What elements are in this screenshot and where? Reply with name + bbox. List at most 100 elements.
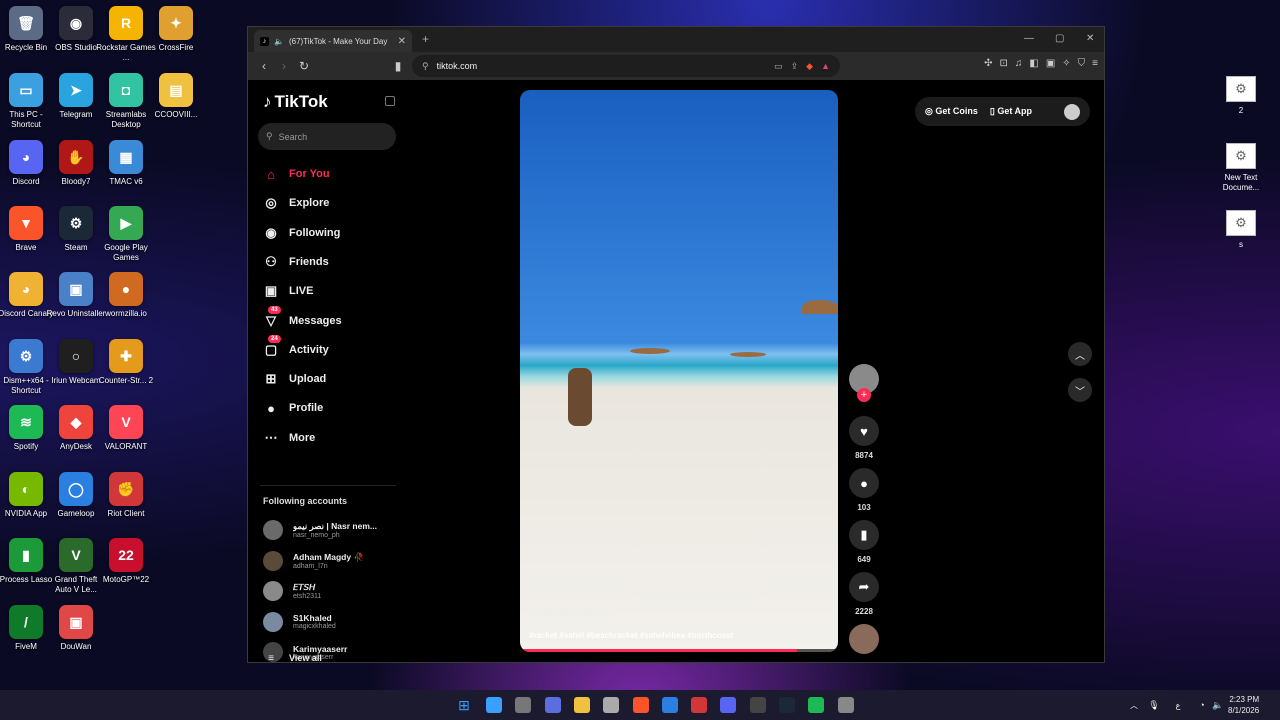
share-action[interactable]: ➦ 2228 bbox=[848, 572, 880, 616]
taskbar-app-icon[interactable] bbox=[544, 697, 561, 713]
share-icon[interactable]: ⇪ bbox=[791, 61, 799, 72]
desktop-icon[interactable]: ➤ Telegram bbox=[50, 73, 102, 120]
desktop-icon[interactable]: ≋ Spotify bbox=[0, 405, 52, 452]
brave-shields-icon[interactable]: ◆ bbox=[806, 61, 813, 72]
back-button[interactable]: ‹ bbox=[254, 59, 274, 73]
nav-item-messages[interactable]: ▽ 43 Messages bbox=[262, 305, 342, 330]
desktop-icon[interactable]: ▣ DouWan bbox=[50, 605, 102, 652]
desktop-icon[interactable]: ⚙ Dism++x64 - Shortcut bbox=[0, 339, 52, 396]
desktop-file-icon[interactable]: ⚙ New Text Docume... bbox=[1213, 143, 1269, 193]
clock[interactable]: 2:23 PM 8/1/2026 bbox=[1228, 694, 1259, 716]
desktop-icon[interactable]: ◕ Discord Canary bbox=[0, 272, 54, 319]
nav-item-friends[interactable]: ⚇ Friends bbox=[262, 253, 329, 271]
desktop-icon[interactable]: ○ Iriun Webcam bbox=[50, 339, 102, 386]
view-all-link[interactable]: ≡ View all bbox=[262, 649, 322, 667]
avatar[interactable] bbox=[263, 550, 283, 571]
next-video-button[interactable]: ﹀ bbox=[1068, 378, 1092, 402]
desktop-icon[interactable]: ✚ Counter-Str... 2 bbox=[99, 339, 153, 386]
taskbar-app-icon[interactable] bbox=[632, 697, 649, 713]
comment-action[interactable]: ● 103 bbox=[848, 468, 880, 512]
desktop-file-icon[interactable]: ⚙ 2 bbox=[1213, 76, 1269, 116]
nav-item-following[interactable]: ◉ Following bbox=[262, 224, 340, 242]
desktop-icon[interactable]: ● wormzilla.io bbox=[100, 272, 152, 319]
close-window-button[interactable]: ✕ bbox=[1086, 33, 1094, 44]
taskbar-app-icon[interactable] bbox=[779, 697, 795, 713]
desktop-icon[interactable]: / FiveM bbox=[0, 605, 52, 652]
rewards-icon[interactable]: ▲ bbox=[821, 61, 830, 71]
previous-video-button[interactable]: ︿ bbox=[1068, 342, 1092, 366]
desktop-icon[interactable]: ◐ NVIDIA App bbox=[0, 472, 52, 519]
desktop-icon[interactable]: ✦ CrossFire bbox=[150, 6, 202, 53]
start-windows-icon[interactable]: ⊞ bbox=[456, 697, 472, 713]
desktop-icon[interactable]: ◯ Gameloop bbox=[50, 472, 102, 519]
desktop-icon[interactable]: ◘ Streamlabs Desktop bbox=[100, 73, 152, 130]
save-action[interactable]: ▮ 649 bbox=[848, 520, 880, 564]
desktop-icon[interactable]: ◕ Discord bbox=[0, 140, 52, 187]
taskbar-app-icon[interactable] bbox=[486, 697, 502, 713]
nav-item-more[interactable]: ⋯ More bbox=[262, 429, 316, 447]
nav-item-explore[interactable]: ◎ Explore bbox=[262, 194, 329, 212]
avatar[interactable] bbox=[263, 581, 283, 601]
taskbar-app-icon[interactable] bbox=[720, 697, 737, 713]
site-info-icon[interactable]: ⚲ bbox=[422, 61, 429, 72]
desktop-icon[interactable]: ✊ Riot Client bbox=[100, 472, 152, 519]
get-coins-button[interactable]: ◎ Get Coins bbox=[925, 106, 978, 117]
bookmark-icon[interactable]: ▮ bbox=[849, 520, 879, 550]
sidebar-icon[interactable]: ◧ bbox=[1029, 58, 1038, 69]
volume-icon[interactable]: 🔈 bbox=[1210, 697, 1226, 713]
comment-icon[interactable]: ● bbox=[849, 468, 879, 498]
tiktok-logo[interactable]: ♪ TikTok bbox=[263, 92, 328, 112]
account-item[interactable]: نصر نيمو | Nasr nem... nasr_nemo_ph bbox=[263, 520, 403, 540]
music-icon[interactable]: ♫ bbox=[1015, 58, 1023, 69]
desktop-icon[interactable]: ▤ CCOOVIII... bbox=[150, 73, 202, 120]
desktop-icon[interactable]: ▮ Process Lasso bbox=[0, 538, 52, 585]
taskbar-app-icon[interactable] bbox=[573, 697, 590, 713]
nav-item-activity[interactable]: ▢ 24 Activity bbox=[262, 334, 329, 359]
leo-icon[interactable]: ✧ bbox=[1062, 58, 1070, 69]
chevron-up-icon[interactable]: ︿ bbox=[1126, 697, 1142, 713]
desktop-icon[interactable]: R Rockstar Games ... bbox=[96, 6, 156, 63]
get-app-button[interactable]: ▯ Get App bbox=[990, 106, 1032, 117]
wifi-icon[interactable]: ◔ bbox=[1194, 697, 1210, 713]
video-author[interactable]: Ibrahim Abo-Ali bbox=[529, 607, 610, 619]
desktop-icon[interactable]: 22 MotoGP™22 bbox=[100, 538, 152, 585]
creator-avatar[interactable]: + bbox=[848, 364, 880, 402]
extensions-icon[interactable]: ✣ bbox=[984, 58, 992, 69]
bookmark-icon[interactable]: ▮ bbox=[388, 59, 408, 73]
taskbar-app-icon[interactable] bbox=[808, 697, 825, 713]
sound-disc[interactable] bbox=[848, 624, 880, 654]
desktop-icon[interactable]: ✋ Bloody7 bbox=[50, 140, 102, 187]
like-action[interactable]: ♥ 8874 bbox=[848, 416, 880, 460]
desktop-icon[interactable]: ⚙ Steam bbox=[50, 206, 102, 253]
account-item[interactable]: S1Khaled magicxkhaled bbox=[263, 611, 403, 632]
maximize-button[interactable]: ▢ bbox=[1055, 33, 1064, 44]
account-item[interactable]: 𝘌𝘛𝘚𝘏 etsh2311 bbox=[263, 581, 403, 601]
forward-button[interactable]: › bbox=[274, 59, 294, 73]
desktop-icon[interactable]: ▣ Revo Uninstaller bbox=[47, 272, 105, 319]
desktop-icon[interactable]: ◆ AnyDesk bbox=[50, 405, 102, 452]
language-icon[interactable]: ع bbox=[1170, 697, 1186, 713]
taskbar-app-icon[interactable] bbox=[837, 697, 854, 713]
new-tab-button[interactable]: + bbox=[422, 32, 429, 46]
nav-item-upload[interactable]: ⊞ Upload bbox=[262, 370, 327, 388]
video-hashtags[interactable]: #racket #sahel #beachracket #sahelvibes … bbox=[529, 631, 733, 640]
vpn-icon[interactable]: ⛉ bbox=[1078, 58, 1086, 69]
desktop-file-icon[interactable]: ⚙ s bbox=[1213, 210, 1269, 250]
nav-item-for-you[interactable]: ⌂ For You bbox=[262, 165, 329, 183]
avatar[interactable] bbox=[263, 611, 283, 632]
taskbar-app-icon[interactable] bbox=[603, 697, 620, 713]
desktop-icon[interactable]: V Grand Theft Auto V Le... bbox=[50, 538, 102, 595]
video-player[interactable]: Ibrahim Abo-Ali #racket #sahel #beachrac… bbox=[520, 90, 838, 652]
desktop-icon[interactable]: V VALORANT bbox=[100, 405, 152, 452]
share-arrow-icon[interactable]: ➦ bbox=[849, 572, 879, 602]
cast-icon[interactable]: ▭ bbox=[774, 61, 783, 72]
reload-button[interactable]: ↻ bbox=[294, 59, 314, 73]
video-progress-bar[interactable] bbox=[520, 649, 838, 652]
account-item[interactable]: Adham Magdy 🥀 adham_l7n bbox=[263, 550, 403, 571]
microphone-icon[interactable]: 🎙 bbox=[1146, 697, 1162, 713]
minimize-button[interactable]: — bbox=[1024, 33, 1034, 44]
desktop-icon[interactable]: ▶ Google Play Games bbox=[100, 206, 152, 263]
nav-item-profile[interactable]: ● Profile bbox=[262, 399, 323, 417]
desktop-icon[interactable]: 🗑 Recycle Bin bbox=[0, 6, 52, 53]
desktop-icon[interactable]: ▼ Brave bbox=[0, 206, 52, 253]
